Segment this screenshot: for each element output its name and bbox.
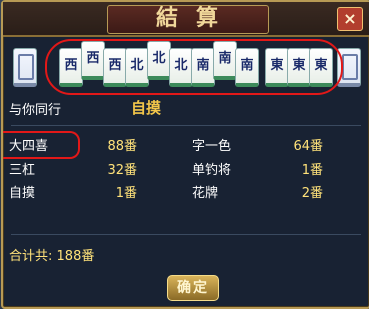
mahjong-tile: 南 bbox=[213, 41, 237, 80]
mahjong-tile: 東 bbox=[265, 48, 289, 87]
mahjong-tile: 北 bbox=[125, 48, 149, 87]
mahjong-tile: 西 bbox=[103, 48, 127, 87]
fan-name: 花牌 bbox=[192, 186, 219, 201]
mahjong-tile: 西 bbox=[59, 48, 83, 87]
divider-top bbox=[11, 125, 361, 126]
fan-name: 三杠 bbox=[9, 163, 36, 178]
mahjong-tile: 東 bbox=[309, 48, 333, 87]
win-type-label: 自摸 bbox=[131, 99, 162, 117]
dialog-title: 結算 bbox=[155, 6, 236, 31]
divider-bottom bbox=[11, 234, 361, 235]
tile-back-frame bbox=[18, 54, 34, 80]
mahjong-tile: 北 bbox=[147, 41, 171, 80]
confirm-button[interactable]: 确定 bbox=[167, 275, 219, 301]
total-score: 合计共: 188番 bbox=[9, 245, 94, 264]
fan-value: 2番 bbox=[301, 186, 323, 201]
settlement-dialog: 結算 × 西西西北北北南南南東東東 与你同行 自摸 大四喜 88番 字一色 64… bbox=[1, 0, 369, 309]
fan-name: 大四喜 bbox=[9, 139, 49, 154]
mahjong-tile: 北 bbox=[169, 48, 193, 87]
winner-player-label: 与你同行 bbox=[9, 103, 62, 118]
close-button[interactable]: × bbox=[337, 7, 363, 31]
fan-value: 1番 bbox=[115, 186, 137, 201]
mahjong-tile: 西 bbox=[81, 41, 105, 80]
fan-value: 1番 bbox=[301, 163, 323, 178]
blank-tile bbox=[13, 48, 37, 87]
mahjong-tile: 南 bbox=[191, 48, 215, 87]
fan-name: 字一色 bbox=[192, 139, 232, 154]
total-label: 合计共: bbox=[9, 249, 53, 264]
mahjong-tile: 東 bbox=[287, 48, 311, 87]
tile-back-frame bbox=[342, 54, 358, 80]
total-value: 188番 bbox=[56, 249, 95, 264]
fan-value: 64番 bbox=[293, 139, 323, 154]
hand-tiles-row: 西西西北北北南南南東東東 bbox=[3, 38, 369, 92]
fan-name: 自摸 bbox=[9, 186, 36, 201]
fan-value: 32番 bbox=[107, 163, 137, 178]
mahjong-tile: 南 bbox=[235, 48, 259, 87]
fan-value: 88番 bbox=[107, 139, 137, 154]
fan-name: 单钓将 bbox=[192, 163, 232, 178]
blank-tile bbox=[337, 48, 361, 87]
